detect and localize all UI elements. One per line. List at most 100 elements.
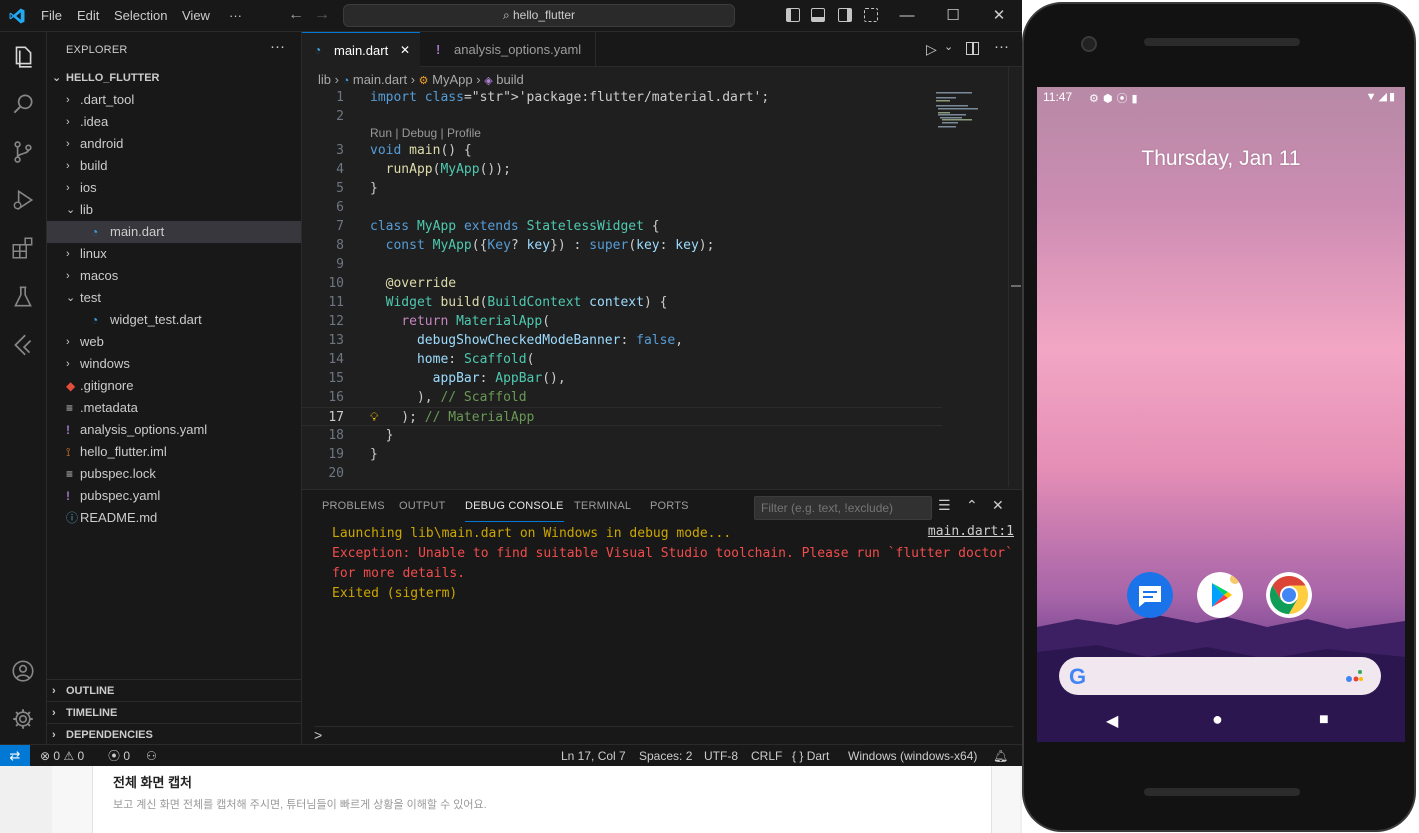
editor-scrollbar[interactable]	[1008, 67, 1022, 487]
file-item[interactable]: ! pubspec.yaml	[47, 485, 301, 507]
code-line[interactable]: 15 appBar: AppBar(),	[302, 369, 942, 388]
menu-more[interactable]: ···	[229, 0, 242, 32]
close-panel-icon[interactable]: ✕	[992, 497, 1004, 514]
file-item[interactable]: ⓘ README.md	[47, 507, 301, 529]
console-source-link[interactable]: main.dart:1	[928, 524, 1014, 539]
nav-back-icon[interactable]: ←	[288, 6, 304, 24]
run-dropdown-chevron-icon[interactable]: ⌄	[944, 40, 953, 53]
code-line[interactable]: 18 }	[302, 426, 942, 445]
remote-indicator-icon[interactable]: ⇄	[0, 745, 30, 767]
file-item[interactable]: ◆ .gitignore	[47, 375, 301, 397]
code-line[interactable]: 20	[302, 464, 942, 483]
folder-item[interactable]: › .dart_tool	[47, 89, 301, 111]
explorer-more-button[interactable]: ···	[270, 38, 285, 55]
code-line[interactable]: 5}	[302, 179, 942, 198]
toggle-secondary-sidebar-icon[interactable]	[838, 8, 852, 22]
folder-item[interactable]: › macos	[47, 265, 301, 287]
folder-item[interactable]: › build	[47, 155, 301, 177]
folder-item[interactable]: › linux	[47, 243, 301, 265]
folder-item[interactable]: › windows	[47, 353, 301, 375]
google-search-bar[interactable]: G	[1059, 657, 1381, 695]
flutter-icon[interactable]	[10, 332, 36, 358]
breadcrumb-lib[interactable]: lib	[318, 72, 331, 87]
eol-status[interactable]: CRLF	[751, 745, 782, 767]
console-input-prompt[interactable]: >	[314, 726, 1014, 743]
home-date[interactable]: Thursday, Jan 11	[1037, 147, 1405, 171]
encoding-status[interactable]: UTF-8	[704, 745, 738, 767]
toggle-primary-sidebar-icon[interactable]	[786, 8, 800, 22]
cursor-position[interactable]: Ln 17, Col 7	[561, 745, 626, 767]
tab-ports[interactable]: PORTS	[650, 500, 689, 518]
tab-terminal[interactable]: TERMINAL	[574, 500, 631, 518]
tab-analysis-options[interactable]: ! analysis_options.yaml	[420, 32, 596, 67]
breadcrumb-build[interactable]: build	[496, 72, 523, 87]
maximize-button[interactable]: ☐	[930, 0, 976, 32]
file-item[interactable]: ≡ pubspec.lock	[47, 463, 301, 485]
folder-item[interactable]: › web	[47, 331, 301, 353]
testing-flask-icon[interactable]	[10, 284, 36, 310]
indentation-status[interactable]: Spaces: 2	[639, 745, 692, 767]
search-view-icon[interactable]	[10, 91, 36, 117]
minimap[interactable]	[932, 90, 982, 130]
device-status[interactable]: Windows (windows-x64)	[848, 745, 977, 767]
play-store-icon[interactable]	[1197, 572, 1243, 618]
nav-recents-icon[interactable]: ■	[1319, 711, 1329, 729]
nav-forward-icon[interactable]: →	[314, 6, 330, 24]
language-status[interactable]: { } Dart	[792, 745, 829, 767]
code-line[interactable]: 19}	[302, 445, 942, 464]
google-assistant-icon[interactable]	[1345, 668, 1365, 684]
code-line[interactable]: 17 ); // MaterialApp 💡︎	[302, 407, 942, 426]
minimize-button[interactable]: —	[884, 0, 930, 32]
customize-layout-icon[interactable]	[864, 8, 878, 22]
code-line[interactable]: 14 home: Scaffold(	[302, 350, 942, 369]
explorer-icon[interactable]	[10, 44, 36, 70]
chrome-icon[interactable]	[1266, 572, 1312, 618]
code-line[interactable]: 1 import class="str">'package:flutter/mat…	[302, 88, 942, 107]
folder-item[interactable]: ⌄ lib	[47, 199, 301, 221]
file-item[interactable]: ◔ widget_test.dart	[47, 309, 301, 331]
code-line[interactable]: 11 Widget build(BuildContext context) {	[302, 293, 942, 312]
code-line[interactable]: 4 runApp(MyApp());	[302, 160, 942, 179]
code-line[interactable]: 8 const MyApp({Key? key}) : super(key: k…	[302, 236, 942, 255]
code-line[interactable]: 16 ), // Scaffold	[302, 388, 942, 407]
editor-more-button[interactable]: ···	[994, 38, 1009, 55]
clear-console-icon[interactable]: ☰	[938, 497, 951, 514]
breadcrumb-myapp[interactable]: MyApp	[432, 72, 472, 87]
file-item[interactable]: ◔ main.dart	[47, 221, 301, 243]
dependencies-section[interactable]: › DEPENDENCIES	[47, 723, 301, 745]
maximize-panel-icon[interactable]: ⌃	[966, 497, 978, 514]
run-button[interactable]: ▷	[926, 41, 937, 58]
tab-debug-console[interactable]: DEBUG CONSOLE	[465, 500, 564, 522]
folder-item[interactable]: › ios	[47, 177, 301, 199]
lightbulb-icon[interactable]: 💡︎	[370, 408, 378, 427]
account-icon[interactable]	[10, 658, 36, 684]
menu-edit[interactable]: Edit	[77, 0, 99, 32]
code-line[interactable]: 13 debugShowCheckedModeBanner: false,	[302, 331, 942, 350]
tab-main-dart[interactable]: ◔ main.dart ✕	[302, 32, 420, 67]
close-button[interactable]: ✕	[976, 0, 1022, 32]
menu-view[interactable]: View	[182, 0, 210, 32]
notifications-bell-icon[interactable]: 🔔︎	[993, 745, 1008, 767]
code-line[interactable]: 3 void main() {	[302, 141, 942, 160]
file-item[interactable]: ≡ .metadata	[47, 397, 301, 419]
run-debug-icon[interactable]	[10, 187, 36, 213]
extensions-icon[interactable]	[10, 235, 36, 261]
folder-item[interactable]: ⌄ test	[47, 287, 301, 309]
breadcrumb-main-dart[interactable]: main.dart	[353, 72, 407, 87]
ports-status[interactable]: ⦿ 0	[108, 745, 130, 767]
code-line[interactable]: 6	[302, 198, 942, 217]
code-line[interactable]: 7 class MyApp extends StatelessWidget {	[302, 217, 942, 236]
debug-status-icon[interactable]: ⚇	[146, 745, 157, 767]
problems-status[interactable]: ⊗ 0 ⚠ 0	[40, 745, 84, 767]
toggle-panel-icon[interactable]	[811, 8, 825, 22]
nav-back-icon[interactable]: ◀	[1106, 711, 1118, 731]
settings-gear-icon[interactable]	[10, 706, 36, 732]
outline-section[interactable]: › OUTLINE	[47, 679, 301, 701]
tab-problems[interactable]: PROBLEMS	[322, 500, 385, 518]
source-control-icon[interactable]	[10, 139, 36, 165]
menu-file[interactable]: File	[41, 0, 62, 32]
command-center-search[interactable]: ⌕ hello_flutter	[343, 4, 735, 27]
tab-output[interactable]: OUTPUT	[399, 500, 445, 518]
messages-icon[interactable]	[1127, 572, 1173, 618]
android-home-screen[interactable]: 11:47 ⚙⬢⦿▮ ▼◢▮ Thursday, Jan 11 G ◀ ● ■	[1037, 87, 1405, 742]
